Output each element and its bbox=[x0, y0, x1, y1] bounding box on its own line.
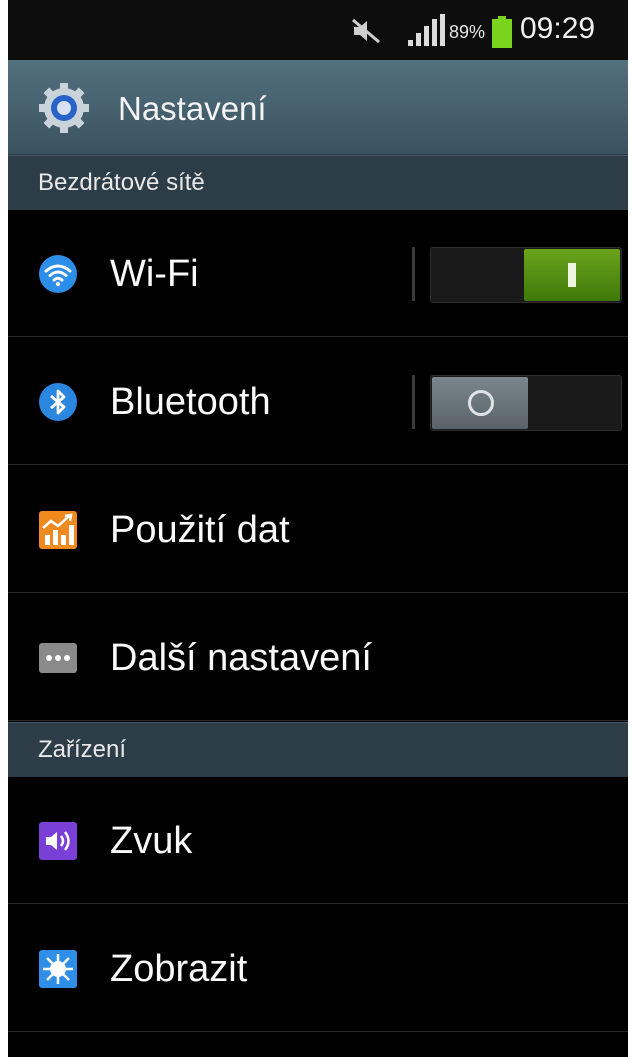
gear-icon bbox=[39, 83, 89, 133]
divider bbox=[412, 375, 415, 429]
settings-item-label: Zvuk bbox=[110, 820, 193, 862]
action-bar: Nastavení bbox=[8, 60, 628, 155]
status-bar: 89% 09:29 bbox=[8, 0, 628, 60]
settings-item-label: Wi-Fi bbox=[110, 253, 199, 295]
clock: 09:29 bbox=[520, 12, 596, 45]
section-header-device: Zařízení bbox=[8, 722, 628, 777]
wifi-toggle[interactable] bbox=[430, 247, 622, 303]
toggle-knob-on bbox=[524, 249, 620, 301]
signal-icon bbox=[408, 14, 445, 46]
sound-icon bbox=[39, 822, 77, 860]
section-title: Bezdrátové sítě bbox=[38, 169, 205, 196]
settings-item-wifi[interactable]: Wi-Fi bbox=[8, 210, 628, 337]
divider bbox=[412, 247, 415, 301]
data-usage-icon bbox=[39, 511, 77, 549]
more-icon bbox=[39, 643, 77, 673]
settings-item-bluetooth[interactable]: Bluetooth bbox=[8, 338, 628, 465]
page-title: Nastavení bbox=[118, 90, 267, 127]
mute-icon bbox=[352, 18, 380, 44]
battery-icon bbox=[492, 16, 512, 48]
display-icon bbox=[39, 950, 77, 988]
toggle-knob-off bbox=[432, 377, 528, 429]
bluetooth-icon bbox=[39, 383, 77, 421]
settings-item-more[interactable]: Další nastavení bbox=[8, 594, 628, 721]
settings-item-display[interactable]: Zobrazit bbox=[8, 905, 628, 1032]
battery-percent: 89% bbox=[449, 22, 486, 42]
settings-item-label: Bluetooth bbox=[110, 381, 271, 423]
section-header-wireless: Bezdrátové sítě bbox=[8, 155, 628, 210]
phone-screen: 89% 09:29 Nastavení Bezdrátové sítě Wi-F… bbox=[8, 0, 628, 1057]
section-title: Zařízení bbox=[38, 736, 127, 763]
settings-item-label: Zobrazit bbox=[110, 948, 248, 990]
settings-item-label: Další nastavení bbox=[110, 637, 372, 679]
wifi-icon bbox=[39, 255, 77, 293]
settings-item-label: Použití dat bbox=[110, 509, 290, 551]
bluetooth-toggle[interactable] bbox=[430, 375, 622, 431]
settings-item-sound[interactable]: Zvuk bbox=[8, 777, 628, 904]
settings-item-data-usage[interactable]: Použití dat bbox=[8, 466, 628, 593]
